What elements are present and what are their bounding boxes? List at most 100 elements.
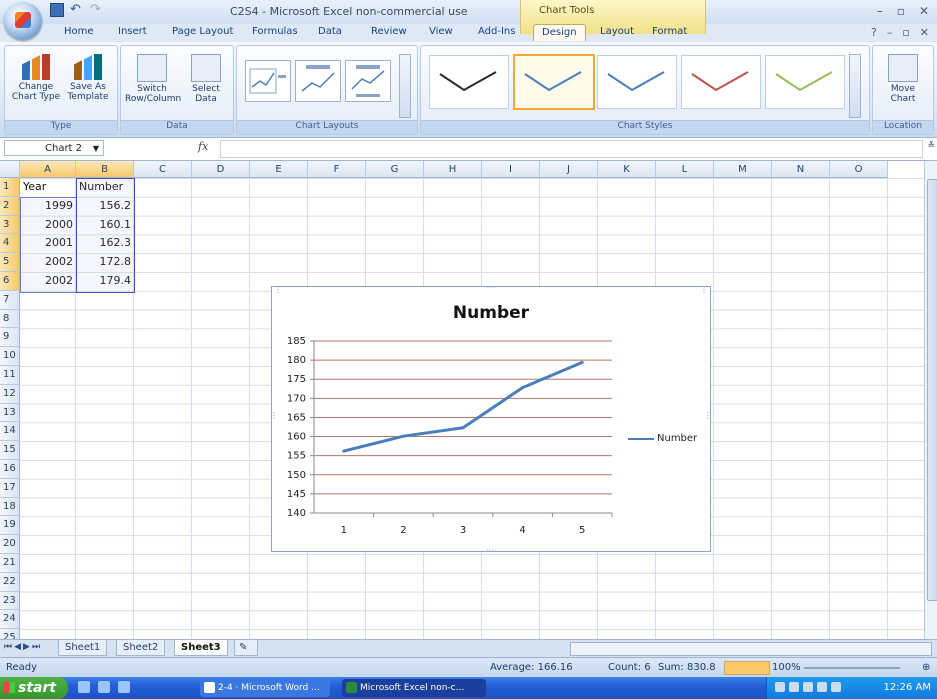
formula-input[interactable] xyxy=(220,140,923,158)
start-button[interactable]: start xyxy=(0,677,68,699)
zoom-slider[interactable] xyxy=(804,667,900,669)
row-header-19[interactable]: 19 xyxy=(0,516,20,536)
row-header-14[interactable]: 14 xyxy=(0,422,20,442)
chart-style-2-selected[interactable] xyxy=(513,54,595,110)
column-header-N[interactable]: N xyxy=(772,161,830,178)
column-header-L[interactable]: L xyxy=(656,161,714,178)
row-header-9[interactable]: 9 xyxy=(0,328,20,348)
vertical-scrollbar[interactable] xyxy=(924,161,937,639)
tab-home[interactable]: Home xyxy=(64,26,94,37)
row-header-22[interactable]: 22 xyxy=(0,572,20,592)
row-header-13[interactable]: 13 xyxy=(0,403,20,423)
row-header-12[interactable]: 12 xyxy=(0,384,20,404)
row-header-21[interactable]: 21 xyxy=(0,554,20,573)
row-header-8[interactable]: 8 xyxy=(0,309,20,329)
chart-style-4[interactable] xyxy=(681,55,761,109)
row-header-4[interactable]: 4 xyxy=(0,234,20,254)
column-header-I[interactable]: I xyxy=(482,161,540,178)
row-header-1[interactable]: 1 xyxy=(0,178,20,197)
row-header-2[interactable]: 2 xyxy=(0,196,20,216)
save-as-template-button[interactable]: Save As Template xyxy=(63,54,113,102)
chart-style-5[interactable] xyxy=(765,55,845,109)
tab-add-ins[interactable]: Add-Ins xyxy=(478,26,515,37)
zoom-in-icon[interactable]: ⊕ xyxy=(922,662,930,673)
ribbon-restore-icon[interactable]: ▫ xyxy=(902,26,909,39)
minimize-icon[interactable]: – xyxy=(877,4,883,18)
row-header-16[interactable]: 16 xyxy=(0,460,20,479)
row-header-10[interactable]: 10 xyxy=(0,347,20,366)
sheet-tab-sheet2[interactable]: Sheet2 xyxy=(116,640,166,656)
tab-formulas[interactable]: Formulas xyxy=(252,26,298,37)
row-header-5[interactable]: 5 xyxy=(0,253,20,272)
save-icon[interactable] xyxy=(50,3,64,17)
insert-function-icon[interactable]: fx xyxy=(198,140,208,153)
redo-icon[interactable]: ↷ xyxy=(90,3,104,17)
tray-icon-5[interactable] xyxy=(831,682,841,692)
embedded-line-chart[interactable]: ⋮ ···· ⋮ ⋮ ⋮ ···· Number 140 145 150 155 160… xyxy=(270,283,712,555)
tab-design[interactable]: Design xyxy=(533,24,586,41)
row-header-24[interactable]: 24 xyxy=(0,610,20,630)
tray-icon-1[interactable] xyxy=(775,682,785,692)
chart-plot-area[interactable]: 140 145 150 155 160 165 170 175 180 185 1 2 3 4 5 xyxy=(272,287,710,551)
undo-icon[interactable]: ↶ xyxy=(70,3,84,17)
tab-layout[interactable]: Layout xyxy=(600,26,634,37)
quick-launch-icon-2[interactable] xyxy=(98,681,110,693)
tab-format[interactable]: Format xyxy=(652,26,687,37)
column-header-C[interactable]: C xyxy=(134,161,192,178)
row-header-23[interactable]: 23 xyxy=(0,591,20,611)
help-icon[interactable]: ? xyxy=(871,26,877,39)
row-header-25[interactable]: 25 xyxy=(0,629,20,639)
sheet-nav-arrows-icon[interactable]: ⏮◀▶⏭ xyxy=(4,642,42,652)
select-data-button[interactable]: Select Data xyxy=(183,54,229,104)
view-buttons[interactable] xyxy=(724,661,770,675)
sheet-tab-sheet1[interactable]: Sheet1 xyxy=(58,640,108,656)
restore-icon[interactable]: ▫ xyxy=(897,4,905,18)
switch-row-column-button[interactable]: Switch Row/Column xyxy=(125,54,181,104)
quick-launch-icon-3[interactable] xyxy=(118,681,130,693)
chart-layout-3[interactable] xyxy=(345,60,391,102)
column-header-M[interactable]: M xyxy=(714,161,772,178)
row-header-18[interactable]: 18 xyxy=(0,497,20,517)
cell-A1[interactable]: Year xyxy=(23,178,73,196)
column-header-O[interactable]: O xyxy=(830,161,888,178)
taskbar-item-word[interactable]: 2-4 · Microsoft Word ... xyxy=(200,679,330,697)
chart-layout-2[interactable] xyxy=(295,60,341,102)
vertical-scroll-thumb[interactable] xyxy=(927,179,937,601)
tab-review[interactable]: Review xyxy=(371,26,407,37)
change-chart-type-button[interactable]: Change Chart Type xyxy=(11,54,61,102)
chart-styles-scroll[interactable] xyxy=(849,54,861,118)
horizontal-scrollbar[interactable] xyxy=(570,642,932,656)
row-header-11[interactable]: 11 xyxy=(0,366,20,385)
row-header-6[interactable]: 6 xyxy=(0,272,20,291)
office-button[interactable] xyxy=(4,2,42,40)
chart-layouts-scroll[interactable] xyxy=(399,54,411,118)
chart-style-1[interactable] xyxy=(429,55,509,109)
tab-page-layout[interactable]: Page Layout xyxy=(172,26,233,37)
chart-style-3[interactable] xyxy=(597,55,677,109)
ribbon-minimize-icon[interactable]: – xyxy=(887,26,893,39)
chart-legend[interactable]: Number xyxy=(628,433,697,444)
row-header-20[interactable]: 20 xyxy=(0,535,20,554)
column-header-H[interactable]: H xyxy=(424,161,482,178)
insert-worksheet-icon[interactable]: ✎ xyxy=(234,640,258,656)
column-header-G[interactable]: G xyxy=(366,161,424,178)
row-header-15[interactable]: 15 xyxy=(0,441,20,460)
row-header-3[interactable]: 3 xyxy=(0,215,20,235)
chevron-down-icon[interactable]: ▼ xyxy=(93,141,99,157)
zoom-level[interactable]: 100% xyxy=(772,662,801,673)
close-icon[interactable]: ✕ xyxy=(919,4,929,18)
chart-layout-1[interactable] xyxy=(245,60,291,102)
tray-icon-4[interactable] xyxy=(817,682,827,692)
move-chart-button[interactable]: Move Chart xyxy=(879,54,927,104)
column-header-B[interactable]: B xyxy=(76,161,134,178)
column-header-F[interactable]: F xyxy=(308,161,366,178)
taskbar-item-excel[interactable]: Microsoft Excel non-c... xyxy=(342,679,486,697)
tab-data[interactable]: Data xyxy=(318,26,342,37)
expand-formula-bar-icon[interactable]: ≚ xyxy=(927,141,935,151)
column-header-D[interactable]: D xyxy=(192,161,250,178)
tray-icon-3[interactable] xyxy=(803,682,813,692)
tab-view[interactable]: View xyxy=(429,26,453,37)
name-box[interactable]: Chart 2 ▼ xyxy=(4,140,104,156)
sheet-tab-sheet3[interactable]: Sheet3 xyxy=(174,640,228,656)
column-header-A[interactable]: A xyxy=(20,161,76,178)
